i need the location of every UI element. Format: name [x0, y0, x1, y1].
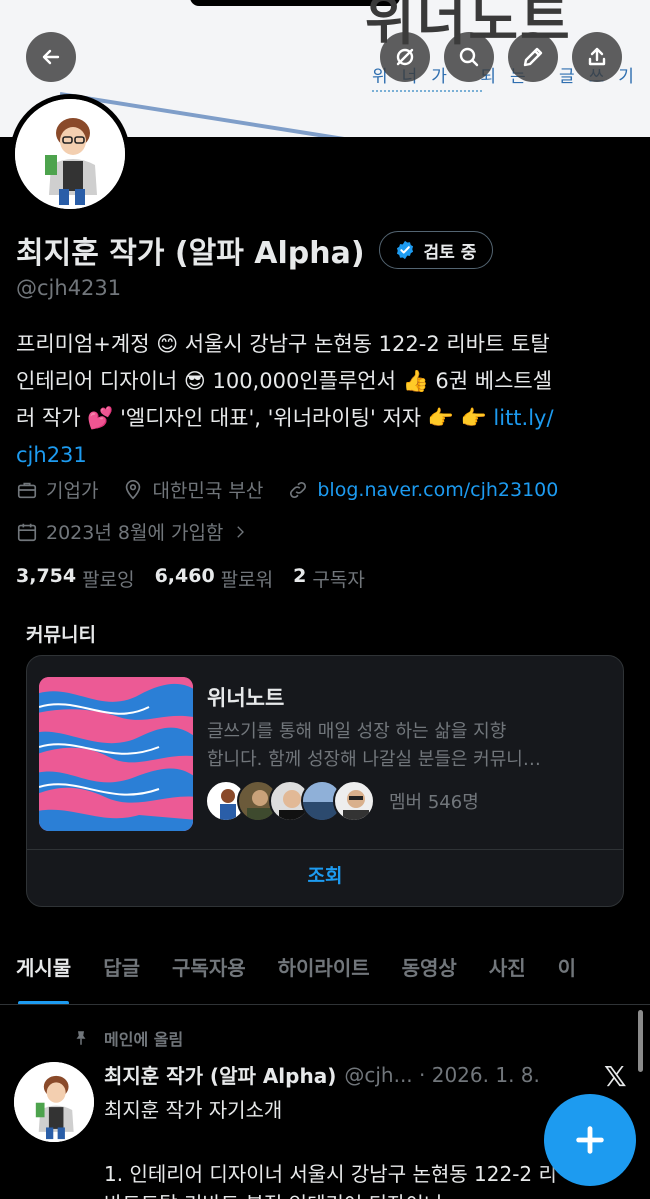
bio-line: cjh231: [16, 437, 636, 474]
avatar-illustration: [15, 99, 125, 209]
pinned-label: 메인에 올림: [104, 1030, 184, 1049]
chevron-right-icon: [237, 525, 245, 538]
compose-post-button[interactable]: [544, 1094, 636, 1186]
join-date-text: 2023년 8월에 가입함: [46, 522, 224, 544]
verification-status-button[interactable]: 검토 중: [378, 231, 494, 269]
post-author-name[interactable]: 최지훈 작가 (알파 Alpha): [104, 1060, 336, 1089]
community-image: [39, 677, 193, 831]
tab-replies[interactable]: 답글: [87, 950, 156, 1005]
tab-highlights[interactable]: 하이라이트: [262, 950, 386, 1005]
divider: [27, 849, 623, 850]
profile-meta: 기업가 대한민국 부산 blog.naver.com/cjh23100: [16, 476, 582, 503]
following-label[interactable]: 팔로잉: [82, 565, 134, 592]
post-text[interactable]: 바트토탈 리바트 분점 인테리어 디자이너: [104, 1188, 644, 1199]
bio-link[interactable]: litt.ly/: [493, 406, 553, 430]
bio-line: 러 작가 💕 '엘디자인 대표', '위너라이팅' 저자 👉 👉 litt.ly…: [16, 400, 636, 437]
location-text: 대한민국 부산: [152, 480, 264, 502]
back-button[interactable]: [26, 32, 76, 82]
community-card[interactable]: 위너노트 글쓰기를 통해 매일 성장 하는 삶을 지향 합니다. 함께 성장해 …: [26, 655, 624, 907]
view-community-button[interactable]: 조회: [27, 858, 623, 894]
following-count[interactable]: 3,754: [16, 565, 76, 592]
community-desc-line: 합니다. 함께 성장해 나갈실 분들은 커뮤니…: [207, 749, 541, 770]
post-author-avatar[interactable]: [14, 1062, 94, 1142]
community-name[interactable]: 위너노트: [207, 682, 284, 712]
edit-button[interactable]: [508, 32, 558, 82]
search-button[interactable]: [444, 32, 494, 82]
community-pattern: [39, 677, 193, 831]
back-arrow-icon: [42, 49, 60, 65]
profile-bio: 프리미엄+계정 😊 서울시 강남구 논현동 122-2 리바트 토탈 인테리어 …: [16, 326, 636, 474]
verified-badge-icon: [396, 240, 413, 260]
briefcase-icon: [17, 482, 37, 498]
location-item: 대한민국 부산: [122, 476, 263, 503]
location-pin-icon: [126, 479, 141, 499]
member-avatar: [333, 780, 375, 822]
tab-videos[interactable]: 동영상: [386, 950, 473, 1005]
bio-line: 인테리어 디자이너 😎 100,000인플루언서 👍 6권 베스트셀: [16, 369, 553, 393]
pinned-indicator: 메인에 올림: [72, 1026, 183, 1050]
profile-handle: @cjh4231: [16, 276, 122, 300]
subscribers-count[interactable]: 2: [293, 565, 306, 592]
profile-avatar[interactable]: [10, 94, 130, 214]
category-text: 기업가: [46, 480, 99, 502]
profile-name: 최지훈 작가 (알파 Alpha): [16, 236, 365, 271]
followers-label[interactable]: 팔로워: [221, 565, 273, 592]
followers-count[interactable]: 6,460: [155, 565, 215, 592]
tab-posts[interactable]: 게시물: [0, 950, 87, 1005]
share-icon: [588, 47, 606, 66]
post-header: 최지훈 작가 (알파 Alpha) @cjh... · 2026. 1. 8.: [104, 1060, 540, 1089]
website-item[interactable]: blog.naver.com/cjh23100: [287, 479, 558, 501]
post-avatar-illustration: [14, 1062, 94, 1142]
tab-subscriber-only[interactable]: 구독자용: [156, 950, 262, 1005]
post-author-meta[interactable]: @cjh... · 2026. 1. 8.: [344, 1063, 540, 1087]
search-icon: [459, 47, 479, 67]
hide-media-button[interactable]: [380, 32, 430, 82]
website-link[interactable]: blog.naver.com/cjh23100: [317, 479, 558, 501]
post-text[interactable]: 최지훈 작가 자기소개: [104, 1094, 282, 1123]
community-description: 글쓰기를 통해 매일 성장 하는 삶을 지향 합니다. 함께 성장해 나갈실 분…: [207, 718, 597, 774]
bio-link-cont[interactable]: cjh231: [16, 443, 87, 467]
eye-slash-icon: [396, 48, 414, 66]
plus-icon: [576, 1126, 604, 1154]
subscribers-label[interactable]: 구독자: [312, 565, 364, 592]
x-logo-icon: 𝕏: [604, 1060, 627, 1093]
members-count: 멤버 546명: [389, 792, 479, 813]
join-date-row[interactable]: 2023년 8월에 가입함: [16, 518, 257, 545]
profile-name-row: 최지훈 작가 (알파 Alpha) 검토 중: [16, 228, 494, 272]
link-icon: [290, 481, 307, 498]
pin-icon: [76, 1031, 86, 1045]
tab-more[interactable]: 이: [542, 950, 592, 1005]
bio-line: 프리미엄+계정 😊 서울시 강남구 논현동 122-2 리바트 토탈: [16, 332, 550, 356]
category-item: 기업가: [16, 476, 98, 503]
community-members: 멤버 546명: [205, 780, 479, 822]
banner-wave: [372, 84, 482, 92]
calendar-icon: [17, 523, 37, 541]
follow-stats: 3,754 팔로잉 6,460 팔로워 2 구독자: [16, 565, 385, 592]
verify-label: 검토 중: [423, 242, 477, 263]
scrollbar[interactable]: [638, 1010, 643, 1072]
tab-photos[interactable]: 사진: [473, 950, 542, 1005]
share-button[interactable]: [572, 32, 622, 82]
pencil-icon: [523, 47, 543, 67]
profile-tabs: 게시물 답글 구독자용 하이라이트 동영상 사진 이: [0, 950, 650, 1005]
tabs-divider: [0, 1004, 650, 1005]
community-desc-line: 글쓰기를 통해 매일 성장 하는 삶을 지향: [207, 721, 507, 742]
community-section-title: 커뮤니티: [26, 624, 96, 646]
bio-text: 러 작가 💕 '엘디자인 대표', '위너라이팅' 저자 👉 👉: [16, 406, 494, 430]
